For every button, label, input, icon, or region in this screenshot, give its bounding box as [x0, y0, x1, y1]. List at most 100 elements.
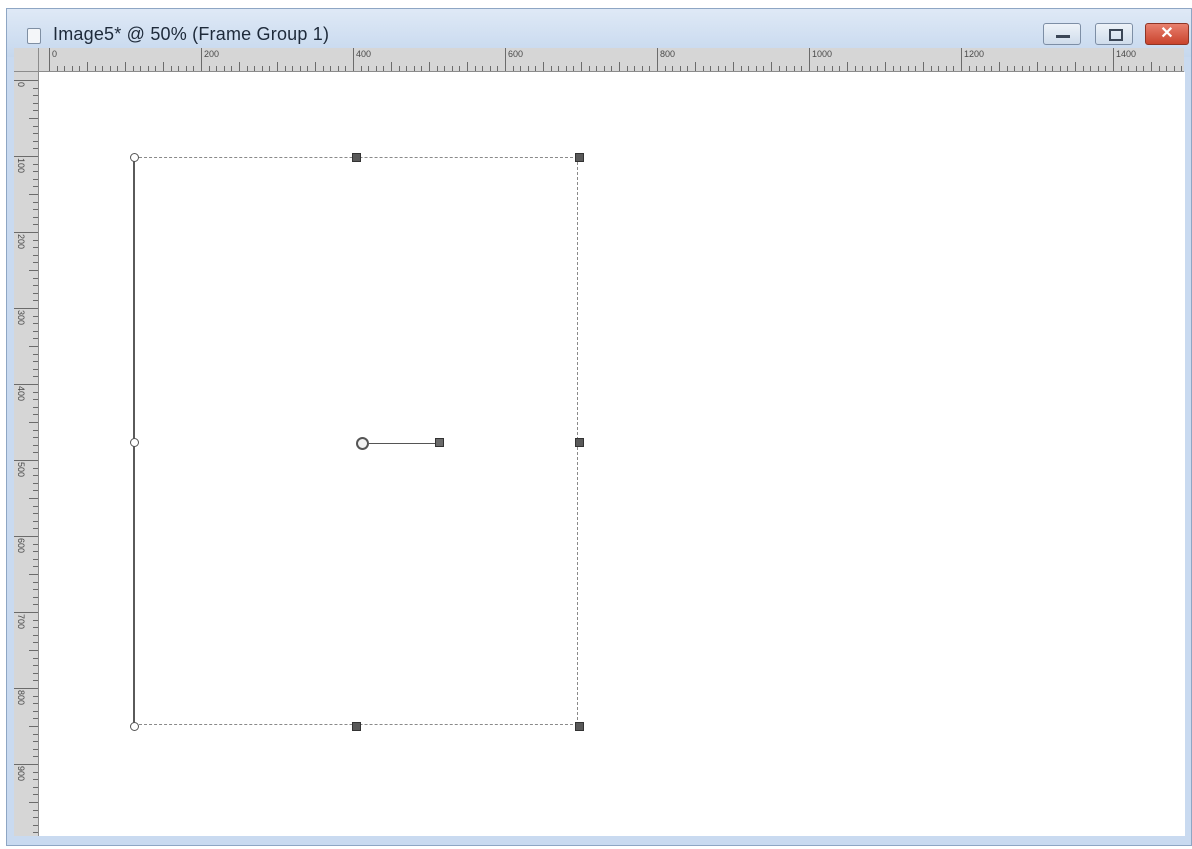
handle-middle-left[interactable]	[130, 438, 139, 447]
ruler-label: 600	[16, 538, 26, 554]
ruler-minor-tick	[33, 323, 38, 325]
ruler-minor-tick	[33, 665, 38, 667]
ruler-minor-tick	[33, 414, 38, 416]
ruler-label: 1400	[1116, 49, 1137, 59]
ruler-minor-tick	[869, 66, 871, 71]
ruler-label: 400	[16, 386, 26, 402]
ruler-minor-tick	[33, 429, 38, 431]
ruler-minor-tick	[634, 66, 636, 71]
handle-top-left[interactable]	[130, 153, 139, 162]
ruler-minor-tick	[687, 66, 689, 71]
ruler-minor-tick	[603, 66, 605, 71]
ruler-minor-tick	[33, 125, 38, 127]
ruler-minor-tick	[79, 66, 81, 71]
ruler-major-tick	[14, 536, 38, 537]
ruler-minor-tick	[907, 66, 909, 71]
ruler-minor-tick	[29, 802, 38, 803]
ruler-minor-tick	[33, 186, 38, 188]
ruler-minor-tick	[33, 619, 38, 621]
ruler-minor-tick	[33, 140, 38, 142]
ruler-minor-tick	[33, 277, 38, 279]
ruler-minor-tick	[330, 66, 332, 71]
ruler-minor-tick	[33, 330, 38, 332]
ruler-minor-tick	[520, 66, 522, 71]
ruler-minor-tick	[733, 62, 734, 71]
ruler-major-tick	[14, 460, 38, 461]
ruler-minor-tick	[33, 247, 38, 249]
ruler-minor-tick	[132, 66, 134, 71]
ruler-minor-tick	[246, 66, 248, 71]
ruler-minor-tick	[33, 133, 38, 135]
ruler-minor-tick	[33, 300, 38, 302]
ruler-minor-tick	[33, 353, 38, 355]
ruler-minor-tick	[444, 66, 446, 71]
ruler-minor-tick	[740, 66, 742, 71]
horizontal-ruler[interactable]: 0 200 400 600 800 1000 1200 1400	[39, 48, 1184, 72]
ruler-minor-tick	[619, 62, 620, 71]
pivot-point[interactable]	[356, 437, 369, 450]
ruler-minor-tick	[33, 216, 38, 218]
ruler-minor-tick	[125, 62, 126, 71]
handle-bottom-center[interactable]	[352, 722, 361, 731]
ruler-minor-tick	[29, 270, 38, 271]
close-button[interactable]: ✕	[1145, 23, 1189, 45]
image-canvas[interactable]	[39, 72, 1185, 836]
ruler-minor-tick	[33, 596, 38, 598]
ruler-minor-tick	[223, 66, 225, 71]
ruler-minor-tick	[170, 66, 172, 71]
ruler-minor-tick	[33, 376, 38, 378]
ruler-minor-tick	[33, 627, 38, 629]
maximize-icon	[1109, 29, 1123, 41]
ruler-minor-tick	[33, 262, 38, 264]
ruler-minor-tick	[33, 338, 38, 340]
ruler-minor-tick	[33, 513, 38, 515]
ruler-minor-tick	[33, 361, 38, 363]
ruler-minor-tick	[269, 66, 271, 71]
ruler-minor-tick	[117, 66, 119, 71]
ruler-minor-tick	[831, 66, 833, 71]
ruler-minor-tick	[383, 66, 385, 71]
minimize-button[interactable]	[1043, 23, 1081, 45]
handle-middle-right[interactable]	[575, 438, 584, 447]
ruler-minor-tick	[581, 62, 582, 71]
ruler-minor-tick	[239, 62, 240, 71]
ruler-minor-tick	[33, 558, 38, 560]
ruler-minor-tick	[33, 148, 38, 150]
maximize-button[interactable]	[1095, 23, 1133, 45]
rotation-handle[interactable]	[435, 438, 444, 447]
ruler-minor-tick	[33, 224, 38, 226]
ruler-minor-tick	[641, 66, 643, 71]
vertical-ruler[interactable]: 0 100 200 300 400 500 600 700 800 900	[14, 72, 39, 836]
ruler-minor-tick	[94, 66, 96, 71]
ruler-minor-tick	[33, 391, 38, 393]
ruler-minor-tick	[626, 66, 628, 71]
ruler-minor-tick	[277, 62, 278, 71]
ruler-minor-tick	[1037, 62, 1038, 71]
ruler-minor-tick	[33, 657, 38, 659]
ruler-minor-tick	[1014, 66, 1016, 71]
ruler-minor-tick	[33, 292, 38, 294]
ruler-minor-tick	[748, 66, 750, 71]
ruler-minor-tick	[885, 62, 886, 71]
ruler-minor-tick	[755, 66, 757, 71]
handle-top-center[interactable]	[352, 153, 361, 162]
ruler-label: 500	[16, 462, 26, 478]
ruler-minor-tick	[1006, 66, 1008, 71]
ruler-minor-tick	[862, 66, 864, 71]
handle-bottom-left[interactable]	[130, 722, 139, 731]
ruler-minor-tick	[33, 680, 38, 682]
handle-top-right[interactable]	[575, 153, 584, 162]
ruler-minor-tick	[1166, 66, 1168, 71]
ruler-minor-tick	[1181, 66, 1183, 71]
ruler-minor-tick	[900, 66, 902, 71]
ruler-minor-tick	[664, 66, 666, 71]
ruler-major-tick	[14, 232, 38, 233]
ruler-corner	[14, 48, 39, 72]
ruler-label: 700	[16, 614, 26, 630]
ruler-minor-tick	[930, 66, 932, 71]
ruler-minor-tick	[679, 66, 681, 71]
ruler-minor-tick	[1090, 66, 1092, 71]
handle-bottom-right[interactable]	[575, 722, 584, 731]
ruler-minor-tick	[968, 66, 970, 71]
ruler-minor-tick	[710, 66, 712, 71]
